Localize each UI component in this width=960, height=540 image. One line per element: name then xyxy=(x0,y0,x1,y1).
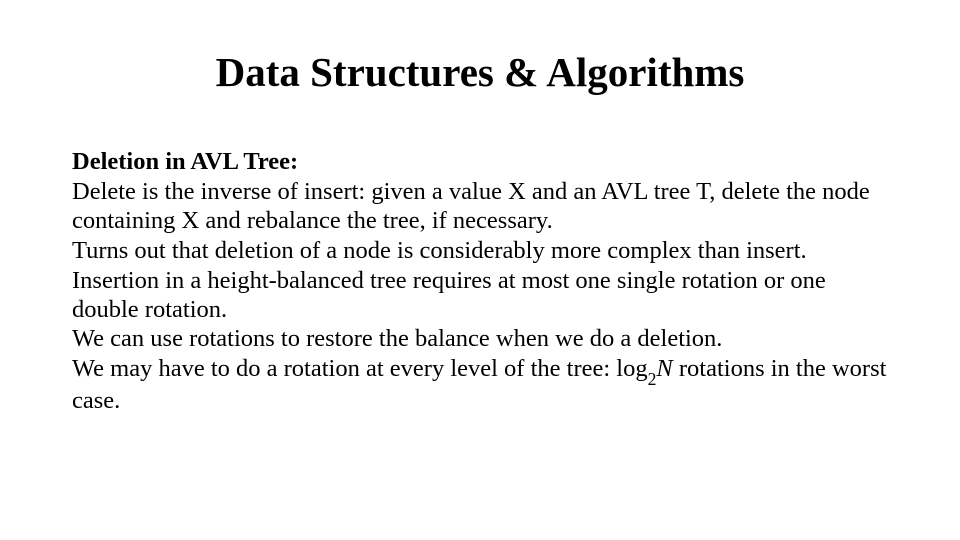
paragraph-2: Turns out that deletion of a node is con… xyxy=(72,237,890,266)
slide-title: Data Structures & Algorithms xyxy=(0,48,960,96)
p5-prefix: We may have to do a rotation at every le… xyxy=(72,355,648,382)
paragraph-3: Insertion in a height-balanced tree requ… xyxy=(72,267,890,325)
paragraph-4: We can use rotations to restore the bala… xyxy=(72,325,890,354)
p5-italic: N xyxy=(656,355,678,382)
slide-body: Deletion in AVL Tree: Delete is the inve… xyxy=(72,148,890,417)
paragraph-5: We may have to do a rotation at every le… xyxy=(72,355,890,416)
paragraph-1: Delete is the inverse of insert: given a… xyxy=(72,178,890,236)
p5-subscript: 2 xyxy=(648,369,657,389)
slide: Data Structures & Algorithms Deletion in… xyxy=(0,0,960,540)
section-subheading: Deletion in AVL Tree: xyxy=(72,148,890,177)
